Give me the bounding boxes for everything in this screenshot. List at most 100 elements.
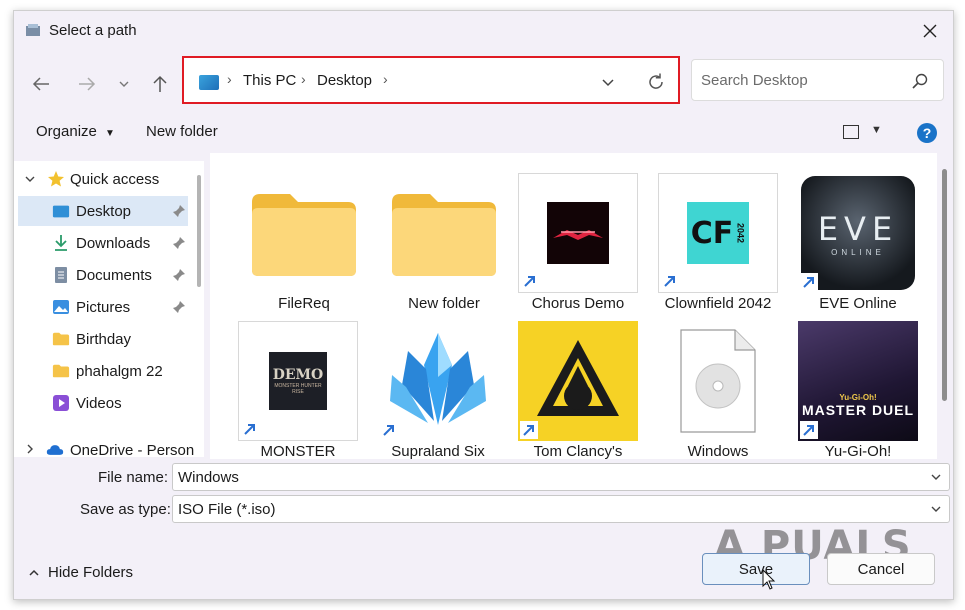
breadcrumb-separator-icon[interactable]: › — [383, 71, 388, 87]
file-item-eve-online[interactable]: EVE ONLINE EVE Online — [797, 173, 919, 313]
folder-icon — [52, 363, 70, 379]
cloud-icon — [46, 442, 64, 458]
navigation-pane: Quick access Desktop Downloads Documents — [14, 161, 204, 459]
search-icon — [912, 73, 928, 89]
file-name-label: File name: — [98, 469, 169, 486]
back-button[interactable] — [26, 69, 56, 99]
sidebar-item-documents[interactable]: Documents — [18, 260, 188, 290]
file-item-label: Clownfield 2042 — [664, 295, 772, 312]
videos-icon — [52, 395, 70, 411]
sidebar-item-onedrive[interactable]: OneDrive - Person — [18, 435, 204, 465]
hide-folders-button[interactable]: Hide Folders — [28, 564, 133, 581]
eve-logo-text: EVE — [817, 209, 899, 248]
caret-down-icon[interactable]: ▼ — [871, 124, 882, 136]
chevron-down-icon[interactable] — [24, 172, 36, 186]
file-item-label: Tom Clancy's — [533, 443, 623, 459]
file-name-value: Windows — [178, 469, 239, 486]
file-item-windows[interactable]: Windows — [657, 321, 779, 459]
star-icon — [47, 171, 65, 187]
sidebar-item-pictures[interactable]: Pictures — [18, 292, 188, 322]
save-type-select[interactable]: ISO File (*.iso) — [172, 495, 950, 523]
eve-logo-sub: ONLINE — [831, 247, 885, 257]
shortcut-arrow-icon — [520, 421, 538, 439]
address-bar[interactable]: › This PC › Desktop › — [182, 56, 680, 104]
monster-logo-text: DEMO — [272, 367, 324, 383]
sidebar-item-label: Videos — [76, 394, 122, 412]
sidebar-item-label: Downloads — [76, 234, 151, 252]
forward-button[interactable] — [72, 69, 102, 99]
file-item-new-folder[interactable]: New folder — [383, 173, 505, 313]
chevron-down-icon[interactable] — [929, 470, 943, 484]
view-icon[interactable] — [843, 125, 859, 139]
shortcut-arrow-icon — [800, 273, 818, 291]
download-icon — [52, 235, 70, 251]
close-button[interactable] — [907, 11, 953, 51]
sidebar-item-label: Documents — [76, 266, 152, 284]
pin-icon[interactable] — [172, 204, 186, 218]
file-item-supraland-six[interactable]: Supraland Six — [377, 321, 499, 459]
cancel-button[interactable]: Cancel — [827, 553, 935, 585]
sidebar-item-downloads[interactable]: Downloads — [18, 228, 188, 258]
chevron-down-icon[interactable] — [929, 502, 943, 516]
search-box[interactable] — [691, 59, 944, 101]
help-icon[interactable]: ? — [917, 123, 937, 143]
shortcut-arrow-icon — [380, 421, 398, 439]
refresh-icon[interactable] — [645, 71, 667, 93]
up-button[interactable] — [145, 69, 175, 99]
file-item-tom-clancys[interactable]: Tom Clancy's — [517, 321, 639, 459]
breadcrumb-desktop[interactable]: Desktop — [317, 72, 372, 89]
close-icon — [923, 24, 937, 38]
document-icon — [52, 267, 70, 283]
sidebar-item-birthday[interactable]: Birthday — [18, 324, 188, 354]
shortcut-arrow-icon — [661, 272, 679, 290]
file-item-filereq[interactable]: FileReq — [243, 173, 365, 313]
sidebar-item-label: OneDrive - Person — [70, 441, 195, 459]
hide-folders-label: Hide Folders — [48, 564, 134, 581]
folder-icon — [52, 331, 70, 347]
supraland-game-icon — [378, 321, 498, 441]
title-bar: Select a path — [14, 11, 953, 51]
organize-menu[interactable]: Organize ▼ — [36, 123, 115, 140]
file-item-chorus-demo[interactable]: Chorus Demo — [517, 173, 639, 313]
breadcrumb-this-pc[interactable]: This PC — [243, 72, 296, 89]
content-scrollbar[interactable] — [942, 169, 947, 401]
yugioh-logo-text: MASTER DUEL — [801, 402, 915, 418]
clownfield-game-icon: CF 2042 — [658, 173, 778, 293]
pin-icon[interactable] — [172, 236, 186, 250]
window-title: Select a path — [49, 22, 137, 39]
new-folder-button[interactable]: New folder — [146, 123, 218, 140]
app-icon — [26, 24, 40, 36]
select-path-dialog: Select a path › This PC › Desktop › Sear… — [13, 10, 954, 600]
file-name-field[interactable]: Windows — [172, 463, 950, 491]
file-item-monster[interactable]: DEMO MONSTER HUNTER RISE MONSTER — [237, 321, 359, 459]
sidebar-item-quick-access[interactable]: Quick access — [18, 164, 188, 194]
tom-clancys-game-icon — [518, 321, 638, 441]
search-input[interactable] — [701, 70, 901, 90]
chevron-right-icon[interactable] — [26, 443, 34, 458]
yugioh-game-icon: Yu-Gi-Oh! MASTER DUEL — [798, 321, 918, 441]
sidebar-item-videos[interactable]: Videos — [18, 388, 188, 418]
folder-icon — [384, 173, 504, 293]
recent-locations-button[interactable] — [109, 69, 139, 99]
sidebar-item-desktop[interactable]: Desktop — [18, 196, 188, 226]
chevron-down-icon[interactable] — [599, 73, 617, 91]
mouse-cursor-icon — [762, 569, 776, 590]
save-button[interactable]: Save — [702, 553, 810, 585]
monster-hunter-game-icon: DEMO MONSTER HUNTER RISE — [238, 321, 358, 441]
save-type-value: ISO File (*.iso) — [178, 501, 276, 518]
breadcrumb-separator-icon: › — [227, 71, 232, 87]
clownfield-logo-text: CF — [690, 215, 734, 251]
monster-logo-sub: MONSTER HUNTER RISE — [274, 383, 322, 395]
file-item-label: Chorus Demo — [531, 295, 625, 312]
sidebar-item-phahalgm-22[interactable]: phahalgm 22 — [18, 356, 188, 386]
disc-image-file-icon — [658, 321, 778, 441]
pin-icon[interactable] — [172, 300, 186, 314]
pin-icon[interactable] — [172, 268, 186, 282]
sidebar-scrollbar[interactable] — [197, 175, 201, 287]
file-item-yu-gi-oh[interactable]: Yu-Gi-Oh! MASTER DUEL Yu-Gi-Oh! — [797, 321, 919, 459]
chevron-down-icon — [119, 81, 129, 87]
yugioh-logo-sub: Yu-Gi-Oh! — [839, 393, 877, 402]
file-list: FileReq New folder Chorus Demo CF 2042 C… — [210, 153, 937, 459]
sidebar-item-label: Birthday — [76, 330, 132, 348]
file-item-clownfield-2042[interactable]: CF 2042 Clownfield 2042 — [657, 173, 779, 313]
